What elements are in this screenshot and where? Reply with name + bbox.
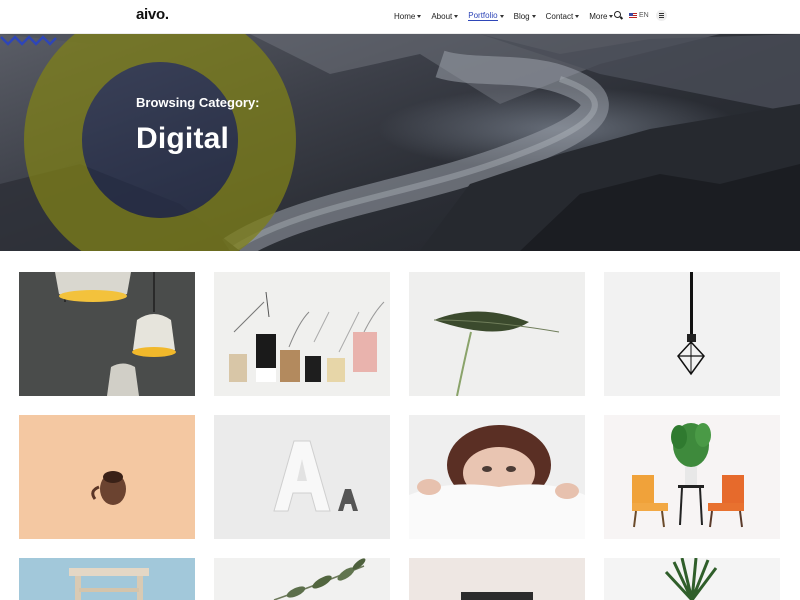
- nav-blog-label: Blog: [513, 11, 530, 21]
- olive-branch-image: [214, 558, 390, 600]
- portfolio-item[interactable]: [214, 272, 390, 396]
- nav-contact-label: Contact: [545, 11, 574, 21]
- search-icon[interactable]: [614, 11, 623, 20]
- portfolio-item[interactable]: [604, 558, 780, 600]
- portfolio-item[interactable]: [19, 415, 195, 539]
- potted-palm-image: [604, 558, 780, 600]
- uk-flag-icon: [629, 13, 637, 18]
- coffee-cup-image: [19, 415, 195, 539]
- portfolio-item[interactable]: [409, 272, 585, 396]
- woman-blanket-image: [409, 415, 585, 539]
- nav-portfolio-label: Portfolio: [468, 11, 498, 21]
- nav-blog[interactable]: Blog: [514, 12, 536, 21]
- chairs-plant-image: [604, 415, 780, 539]
- portfolio-item[interactable]: [214, 415, 390, 539]
- hero-title: Digital: [136, 122, 230, 155]
- nav-about[interactable]: About: [431, 11, 459, 21]
- language-label: EN: [639, 12, 649, 19]
- chevron-down-icon: [499, 14, 504, 18]
- zigzag-divider-icon: [0, 35, 57, 46]
- chevron-down-icon: [454, 14, 459, 18]
- category-hero: Browsing Category: Digital: [0, 34, 800, 251]
- letter-a-image: [214, 415, 390, 539]
- nav-home[interactable]: Home: [394, 11, 422, 21]
- portfolio-item[interactable]: [409, 415, 585, 539]
- hero-subtitle: Browsing Category:: [136, 95, 260, 110]
- wooden-stool-image: [19, 558, 195, 600]
- hamburger-icon[interactable]: [655, 10, 667, 21]
- gift-tags-image: [214, 272, 390, 396]
- pendant-lamps-image: [19, 272, 195, 396]
- hero-background-image: [0, 34, 800, 251]
- portfolio-item[interactable]: [409, 558, 585, 600]
- green-leaf-image: [409, 272, 585, 396]
- chevron-down-icon: [575, 14, 580, 18]
- portfolio-item[interactable]: [214, 558, 390, 600]
- nav-about-label: About: [431, 11, 453, 21]
- site-header: aivo. Home About Portfolio Blog Contact …: [0, 0, 800, 34]
- chevron-down-icon: [531, 14, 536, 18]
- chevron-down-icon: [609, 14, 614, 18]
- portfolio-item[interactable]: [604, 272, 780, 396]
- nav-contact[interactable]: Contact: [546, 12, 580, 21]
- language-switcher[interactable]: EN: [629, 12, 649, 19]
- nav-home-label: Home: [394, 11, 416, 21]
- portfolio-item[interactable]: [604, 415, 780, 539]
- nav-more[interactable]: More: [589, 11, 614, 21]
- portfolio-item[interactable]: [19, 558, 195, 600]
- nav-more-label: More: [589, 11, 608, 21]
- hanging-bulb-image: [604, 272, 780, 396]
- laptop-image: [409, 558, 585, 600]
- chevron-down-icon: [417, 14, 422, 18]
- portfolio-item[interactable]: [19, 272, 195, 396]
- site-logo[interactable]: aivo.: [136, 6, 169, 23]
- header-tools: EN: [614, 10, 667, 21]
- main-nav: Home About Portfolio Blog Contact More: [394, 11, 623, 21]
- nav-portfolio[interactable]: Portfolio: [468, 11, 504, 21]
